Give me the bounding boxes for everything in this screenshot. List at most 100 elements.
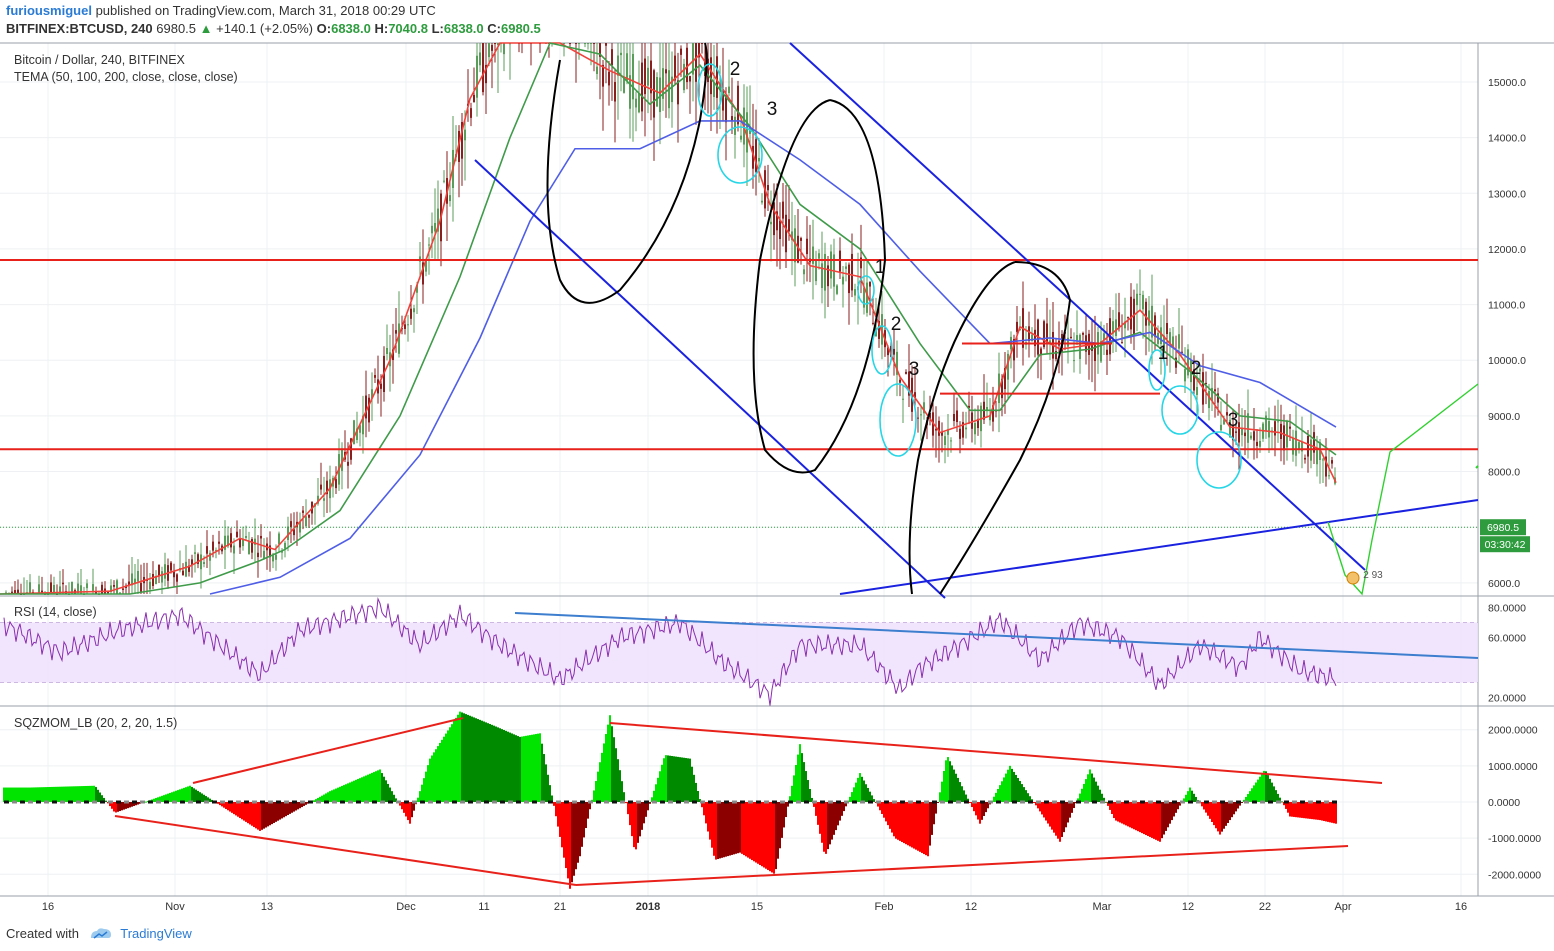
author-link[interactable]: furiousmiguel xyxy=(6,3,92,18)
tema-indicator-label[interactable]: TEMA (50, 100, 200, close, close, close) xyxy=(14,70,238,84)
tradingview-link[interactable]: TradingView xyxy=(120,926,192,941)
momentum-bar xyxy=(775,802,777,870)
candle-body xyxy=(1016,321,1018,332)
candle-body xyxy=(257,552,259,558)
momentum-bar xyxy=(933,802,935,825)
momentum-bar xyxy=(479,719,481,802)
momentum-bar xyxy=(891,802,893,833)
momentum-bar xyxy=(801,753,803,802)
momentum-bar xyxy=(597,771,599,802)
squeeze-dot xyxy=(1012,800,1017,804)
price-tick-label: 11000.0 xyxy=(1488,300,1525,312)
momentum-bar xyxy=(1043,802,1045,818)
candle-body xyxy=(1046,323,1048,343)
momentum-bar xyxy=(217,802,219,804)
momentum-bar xyxy=(49,786,51,802)
momentum-bar xyxy=(377,770,379,802)
candle-body xyxy=(470,108,472,118)
momentum-bar xyxy=(1313,802,1315,820)
squeeze-dot xyxy=(596,800,601,804)
squeeze-dot xyxy=(156,800,161,804)
candle-body xyxy=(233,545,235,554)
squeeze-dot xyxy=(1236,800,1241,804)
candle-body xyxy=(230,533,232,548)
momentum-bar xyxy=(179,789,181,802)
momentum-tick-label: -2000.0000 xyxy=(1488,869,1541,881)
rsi-indicator-label[interactable]: RSI (14, close) xyxy=(14,605,97,619)
momentum-bar xyxy=(375,771,377,802)
momentum-bar xyxy=(737,802,739,854)
squeeze-dot xyxy=(332,800,337,804)
tradingview-logo-icon[interactable] xyxy=(89,927,113,942)
squeeze-dot xyxy=(244,800,249,804)
momentum-bar xyxy=(655,784,657,802)
squeeze-dot xyxy=(1284,800,1289,804)
squeeze-dot xyxy=(740,800,745,804)
candle-body xyxy=(827,265,829,287)
squeeze-dot xyxy=(68,800,73,804)
momentum-bar xyxy=(1287,802,1289,813)
momentum-tick-label: 0.0000 xyxy=(1488,797,1520,809)
candle-body xyxy=(212,541,214,551)
momentum-bar xyxy=(665,755,667,802)
candle-body xyxy=(302,510,304,513)
squeeze-dot xyxy=(676,800,681,804)
candle-body xyxy=(92,584,94,591)
momentum-bar xyxy=(365,775,367,802)
squeeze-dot xyxy=(948,800,953,804)
squeeze-dot xyxy=(620,800,625,804)
candle-body xyxy=(836,285,838,294)
wave-label: 2 xyxy=(891,314,902,335)
momentum-bar xyxy=(673,756,675,802)
momentum-bar xyxy=(1225,802,1227,826)
momentum-bar xyxy=(777,802,779,859)
momentum-bar xyxy=(937,802,939,803)
momentum-bar xyxy=(889,802,891,829)
momentum-bar xyxy=(605,734,607,802)
momentum-bar xyxy=(617,759,619,802)
published-header: furiousmiguel published on TradingView.c… xyxy=(6,3,436,18)
momentum-bar xyxy=(997,788,999,802)
momentum-bar xyxy=(903,802,905,844)
momentum-bar xyxy=(659,771,661,802)
squeeze-dot xyxy=(148,800,153,804)
momentum-bar xyxy=(201,793,203,802)
candle-body xyxy=(626,53,628,81)
squeeze-dot xyxy=(324,800,329,804)
squeeze-dot xyxy=(44,800,49,804)
momentum-bar xyxy=(1275,790,1277,802)
momentum-bar xyxy=(407,802,409,821)
momentum-bar xyxy=(863,780,865,802)
momentum-bar xyxy=(1139,802,1141,833)
candle-body xyxy=(779,220,781,240)
momentum-bar xyxy=(719,802,721,859)
squeeze-dot xyxy=(1148,800,1153,804)
candle-body xyxy=(800,238,802,241)
candle-body xyxy=(1331,460,1333,464)
candle-body xyxy=(1130,296,1132,330)
momentum-bar xyxy=(677,756,679,802)
chart-canvas[interactable]: 231231232 93 16 Nov 13 Dec 11 21 2018 15 Feb 12 Ma… xyxy=(0,40,1554,914)
squeeze-dot xyxy=(52,800,57,804)
rsi-band xyxy=(0,622,1478,683)
momentum-bar xyxy=(1135,802,1137,831)
price-tick-label: 10000.0 xyxy=(1488,355,1526,367)
squeeze-dot xyxy=(828,800,833,804)
momentum-bar xyxy=(209,798,211,802)
momentum-bar xyxy=(393,794,395,802)
candle-body xyxy=(158,564,160,576)
momentum-bar xyxy=(685,758,687,802)
momentum-bar xyxy=(537,733,539,802)
momentum-trend-line xyxy=(192,717,464,784)
momentum-bar xyxy=(881,802,883,814)
squeeze-dot xyxy=(364,800,369,804)
low-value: 6838.0 xyxy=(443,21,484,36)
momentum-bar xyxy=(865,784,867,802)
candle-body xyxy=(1082,332,1084,335)
momentum-bar xyxy=(445,733,447,802)
momentum-indicator-label[interactable]: SQZMOM_LB (20, 2, 20, 1.5) xyxy=(14,716,177,730)
candle-body xyxy=(479,52,481,66)
momentum-bar xyxy=(1291,802,1293,817)
momentum-bar xyxy=(1265,771,1267,802)
candle-body xyxy=(494,43,496,44)
